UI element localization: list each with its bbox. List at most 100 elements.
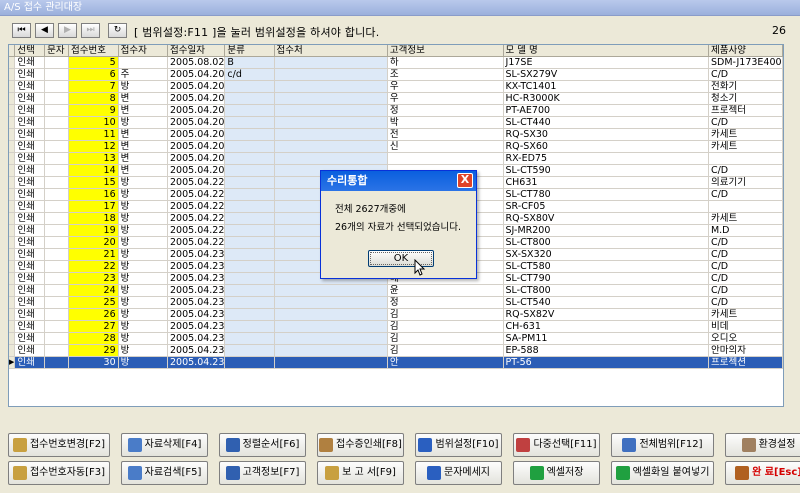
cell-receiver[interactable]: 주	[118, 68, 169, 81]
customer-button[interactable]: 고객정보[F7]	[219, 461, 306, 485]
cell-receipt-no[interactable]: 25	[68, 296, 119, 309]
cell-category[interactable]	[224, 296, 275, 309]
cell-receiver[interactable]: 방	[118, 284, 169, 297]
cell-select[interactable]: 인쇄	[14, 284, 46, 297]
next-record-icon[interactable]: ▶	[58, 23, 77, 38]
cell-receipt-no[interactable]: 30	[68, 356, 119, 369]
cell-receipt-date[interactable]: 2005.04.20	[167, 140, 226, 153]
cell-sms[interactable]	[44, 284, 69, 297]
cell-category[interactable]	[224, 212, 275, 225]
cell-receiver[interactable]	[118, 56, 169, 69]
table-row[interactable]: 인쇄 27 방 2005.04.23 김 CH-631 비데	[9, 320, 783, 333]
all-range-button[interactable]: 전체범위[F12]	[611, 433, 714, 457]
cell-receipt-no[interactable]: 15	[68, 176, 119, 189]
cell-spec[interactable]: C/D	[708, 260, 783, 273]
table-row[interactable]: 인쇄 6 주 2005.04.20 c/d 조 SL-SX279V C/D	[9, 68, 783, 81]
cell-receipt-date[interactable]: 2005.04.20	[167, 92, 226, 105]
cell-receipt-date[interactable]: 2005.08.02	[167, 56, 226, 69]
cell-customer[interactable]: 우	[387, 92, 504, 105]
cell-receipt-date[interactable]: 2005.04.20	[167, 128, 226, 141]
table-row[interactable]: 인쇄 7 방 2005.04.20 우 KX-TC1401 전화기	[9, 80, 783, 93]
cell-category[interactable]	[224, 128, 275, 141]
cell-sms[interactable]	[44, 320, 69, 333]
cell-spec[interactable]: 청소기	[708, 92, 783, 105]
cell-select[interactable]: 인쇄	[14, 272, 46, 285]
cell-customer[interactable]: 하	[387, 56, 504, 69]
header-receiver[interactable]: 접수자	[118, 45, 169, 57]
cell-receive-place[interactable]	[274, 56, 388, 69]
table-row[interactable]: 인쇄 29 방 2005.04.23 김 EP-588 안마의자	[9, 344, 783, 357]
table-row[interactable]: 인쇄 8 변 2005.04.20 우 HC-R3000K 청소기	[9, 92, 783, 105]
cell-receipt-date[interactable]: 2005.04.23	[167, 308, 226, 321]
table-row[interactable]: 인쇄 5 2005.08.02 B 하 J17SE SDM-J173E400	[9, 56, 783, 69]
cell-sms[interactable]	[44, 236, 69, 249]
cell-category[interactable]	[224, 260, 275, 273]
cell-model[interactable]: SL-CT800	[503, 236, 709, 249]
cell-select[interactable]: 인쇄	[14, 116, 46, 129]
cell-receipt-no[interactable]: 16	[68, 188, 119, 201]
cell-spec[interactable]	[708, 152, 783, 165]
cell-model[interactable]: SL-CT790	[503, 272, 709, 285]
prev-record-icon[interactable]: ◀	[35, 23, 54, 38]
cell-select[interactable]: 인쇄	[14, 344, 46, 357]
cell-model[interactable]: SL-CT440	[503, 116, 709, 129]
cell-model[interactable]: PT-56	[503, 356, 709, 369]
header-customer[interactable]: 고객정보	[387, 45, 504, 57]
cell-category[interactable]	[224, 236, 275, 249]
cell-category[interactable]: c/d	[224, 68, 275, 81]
cell-spec[interactable]: 카세트	[708, 308, 783, 321]
cell-receipt-date[interactable]: 2005.04.20	[167, 164, 226, 177]
cell-category[interactable]	[224, 344, 275, 357]
table-row[interactable]: 인쇄 25 방 2005.04.23 정 SL-CT540 C/D	[9, 296, 783, 309]
cell-receive-place[interactable]	[274, 128, 388, 141]
cell-select[interactable]: 인쇄	[14, 308, 46, 321]
cell-category[interactable]	[224, 332, 275, 345]
cell-receipt-date[interactable]: 2005.04.22	[167, 176, 226, 189]
cell-select[interactable]: 인쇄	[14, 152, 46, 165]
cell-receive-place[interactable]	[274, 140, 388, 153]
cell-spec[interactable]: 카세트	[708, 128, 783, 141]
cell-model[interactable]: SL-CT590	[503, 164, 709, 177]
cell-receipt-no[interactable]: 22	[68, 260, 119, 273]
cell-receiver[interactable]: 변	[118, 140, 169, 153]
cell-model[interactable]: HC-R3000K	[503, 92, 709, 105]
cell-receiver[interactable]: 방	[118, 308, 169, 321]
cell-receive-place[interactable]	[274, 308, 388, 321]
cell-customer[interactable]: 안	[387, 356, 504, 369]
cell-receipt-date[interactable]: 2005.04.22	[167, 212, 226, 225]
cell-sms[interactable]	[44, 248, 69, 261]
cell-receive-place[interactable]	[274, 152, 388, 165]
cell-select[interactable]: 인쇄	[14, 320, 46, 333]
cell-category[interactable]	[224, 92, 275, 105]
cell-spec[interactable]: C/D	[708, 296, 783, 309]
cell-receipt-no[interactable]: 26	[68, 308, 119, 321]
cell-category[interactable]	[224, 104, 275, 117]
cell-receive-place[interactable]	[274, 356, 388, 369]
cell-sms[interactable]	[44, 152, 69, 165]
cell-category[interactable]	[224, 116, 275, 129]
cell-receiver[interactable]: 변	[118, 164, 169, 177]
cell-sms[interactable]	[44, 140, 69, 153]
cell-receiver[interactable]: 변	[118, 152, 169, 165]
cell-spec[interactable]: 안마의자	[708, 344, 783, 357]
cell-category[interactable]	[224, 308, 275, 321]
cell-spec[interactable]: C/D	[708, 68, 783, 81]
table-row[interactable]: 인쇄 12 변 2005.04.20 신 RQ-SX60 카세트	[9, 140, 783, 153]
cell-receiver[interactable]: 방	[118, 224, 169, 237]
refresh-icon[interactable]: ↻	[108, 23, 127, 38]
cell-select[interactable]: 인쇄	[14, 80, 46, 93]
cell-sms[interactable]	[44, 344, 69, 357]
cell-customer[interactable]: 신	[387, 140, 504, 153]
cell-select[interactable]: 인쇄	[14, 68, 46, 81]
cell-receiver[interactable]: 방	[118, 236, 169, 249]
cell-receiver[interactable]: 방	[118, 200, 169, 213]
header-model[interactable]: 모 델 명	[503, 45, 709, 57]
cell-model[interactable]: CH-631	[503, 320, 709, 333]
cell-spec[interactable]: 전화기	[708, 80, 783, 93]
cell-model[interactable]: SR-CF05	[503, 200, 709, 213]
cell-sms[interactable]	[44, 80, 69, 93]
cell-model[interactable]: EP-588	[503, 344, 709, 357]
cell-receipt-no[interactable]: 17	[68, 200, 119, 213]
cell-customer[interactable]: 정	[387, 104, 504, 117]
cell-model[interactable]: SL-CT800	[503, 284, 709, 297]
